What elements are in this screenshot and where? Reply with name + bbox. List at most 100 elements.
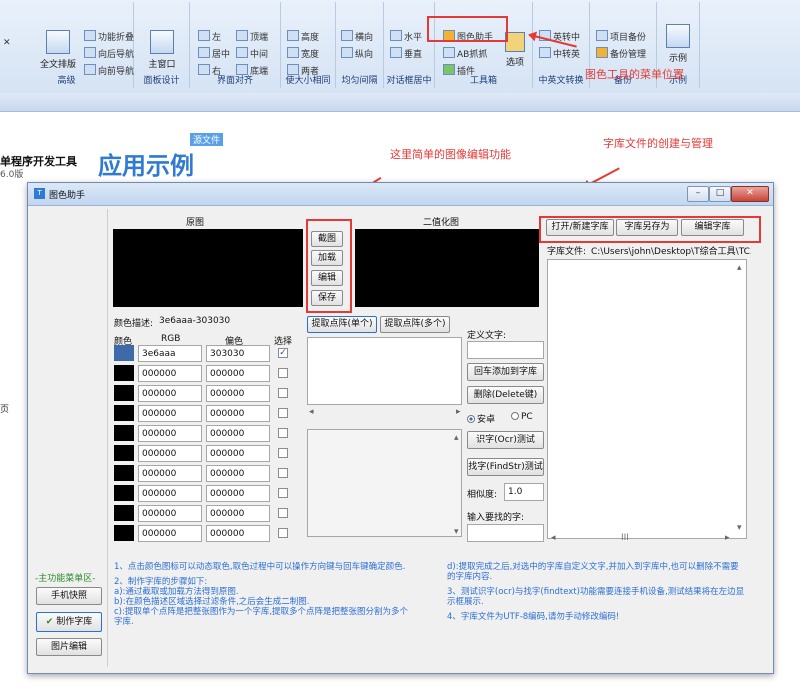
scroll-up-icon[interactable]: ▴ [454, 433, 459, 443]
nav-back-button[interactable]: 向后导航 [84, 47, 134, 60]
full-layout-button[interactable]: 全文排版 [38, 30, 78, 70]
font-scroll-down-icon[interactable]: ▾ [737, 523, 742, 533]
binary-image-canvas[interactable] [355, 229, 539, 307]
font-scroll-right-icon[interactable]: ▸ [725, 533, 730, 543]
align-left-button[interactable]: 左 [198, 30, 221, 43]
color-swatch[interactable] [114, 345, 134, 361]
rgb-input[interactable]: 3e6aaa [138, 345, 202, 362]
findstr-test-button[interactable]: 找字(FindStr)测试 [467, 458, 544, 476]
extract-multi-button[interactable]: 提取点阵(多个) [380, 316, 450, 333]
scroll-right-icon[interactable]: ▸ [456, 407, 461, 417]
rgb-input[interactable]: 000000 [138, 485, 202, 502]
extract-single-button[interactable]: 提取点阵(单个) [307, 316, 377, 333]
color-swatch[interactable] [114, 425, 134, 441]
same-width-button[interactable]: 宽度 [287, 47, 319, 60]
select-checkbox[interactable] [278, 508, 288, 518]
screenshot-button[interactable]: 截图 [311, 231, 343, 247]
vertical-space-button[interactable]: 纵向 [341, 47, 373, 60]
open-new-font-button[interactable]: 打开/新建字库 [546, 219, 614, 236]
center-vertical-button[interactable]: 垂直 [390, 47, 422, 60]
select-checkbox[interactable] [278, 428, 288, 438]
rgb-input[interactable]: 000000 [138, 525, 202, 542]
color-swatch[interactable] [114, 365, 134, 381]
cn-to-en-button[interactable]: 中转英 [539, 47, 580, 60]
font-hscroll-thumb[interactable]: III [621, 533, 629, 543]
save-button[interactable]: 保存 [311, 290, 343, 306]
offset-input[interactable]: 000000 [206, 465, 270, 482]
offset-input[interactable]: 000000 [206, 365, 270, 382]
color-swatch[interactable] [114, 405, 134, 421]
minimize-button[interactable]: – [687, 186, 709, 202]
ocr-test-button[interactable]: 识字(Ocr)测试 [467, 431, 544, 449]
extract-preview[interactable] [307, 337, 462, 405]
offset-input[interactable]: 000000 [206, 525, 270, 542]
window-title: 图色助手 [49, 191, 86, 201]
find-text-input[interactable] [467, 524, 544, 542]
main-window-button[interactable]: 主窗口 [142, 30, 182, 70]
close-button[interactable]: ✕ [731, 186, 769, 202]
select-checkbox[interactable] [278, 528, 288, 538]
tools-icon [505, 32, 525, 52]
font-list[interactable] [547, 259, 747, 539]
horizontal-space-button[interactable]: 横向 [341, 30, 373, 43]
original-image-canvas[interactable] [113, 229, 303, 307]
rgb-input[interactable]: 000000 [138, 385, 202, 402]
rgb-input[interactable]: 000000 [138, 425, 202, 442]
font-save-as-button[interactable]: 字库另存为 [616, 219, 678, 236]
align-center-button[interactable]: 居中 [198, 47, 230, 60]
color-swatch[interactable] [114, 505, 134, 521]
rgb-input[interactable]: 000000 [138, 465, 202, 482]
nav-x-icon[interactable]: ✕ [3, 38, 11, 48]
color-swatch[interactable] [114, 465, 134, 481]
example-button[interactable]: 示例 [663, 24, 693, 64]
edit-font-button[interactable]: 编辑字库 [681, 219, 744, 236]
rgb-input[interactable]: 000000 [138, 505, 202, 522]
define-text-input[interactable] [467, 341, 544, 359]
enter-add-font-button[interactable]: 回车添加到字库 [467, 363, 544, 381]
scroll-down-icon[interactable]: ▾ [454, 527, 459, 537]
color-swatch[interactable] [114, 485, 134, 501]
offset-input[interactable]: 000000 [206, 385, 270, 402]
align-middle-button[interactable]: 中间 [236, 47, 268, 60]
sidebar-make-font-button[interactable]: ✔ 制作字库 [36, 612, 102, 632]
delete-button[interactable]: 删除(Delete键) [467, 386, 544, 404]
select-checkbox[interactable] [278, 408, 288, 418]
radio-pc[interactable]: PC [511, 412, 533, 422]
font-preview-list[interactable] [307, 429, 462, 537]
offset-input[interactable]: 000000 [206, 485, 270, 502]
load-button[interactable]: 加载 [311, 250, 343, 266]
offset-input[interactable]: 000000 [206, 505, 270, 522]
project-backup-button[interactable]: 项目备份 [596, 30, 646, 43]
font-scroll-up-icon[interactable]: ▴ [737, 263, 742, 273]
same-height-button[interactable]: 高度 [287, 30, 319, 43]
select-checkbox[interactable]: ✓ [278, 348, 288, 358]
rgb-input[interactable]: 000000 [138, 405, 202, 422]
align-top-button[interactable]: 顶端 [236, 30, 268, 43]
select-checkbox[interactable] [278, 388, 288, 398]
radio-android[interactable]: 安卓 [467, 412, 495, 425]
fold-button[interactable]: 功能折叠 [84, 30, 134, 43]
color-swatch[interactable] [114, 385, 134, 401]
offset-input[interactable]: 000000 [206, 445, 270, 462]
edit-button[interactable]: 编辑 [311, 270, 343, 286]
center-horizontal-button[interactable]: 水平 [390, 30, 422, 43]
sidebar-phone-snapshot-button[interactable]: 手机快照 [36, 587, 102, 605]
sidebar-image-edit-button[interactable]: 图片编辑 [36, 638, 102, 656]
color-swatch[interactable] [114, 445, 134, 461]
offset-input[interactable]: 000000 [206, 405, 270, 422]
rgb-input[interactable]: 000000 [138, 365, 202, 382]
select-checkbox[interactable] [278, 448, 288, 458]
ab-grab-button[interactable]: AB抓抓 [443, 47, 487, 60]
select-checkbox[interactable] [278, 488, 288, 498]
backup-manage-button[interactable]: 备份管理 [596, 47, 646, 60]
maximize-button[interactable]: □ [709, 186, 731, 202]
scroll-left-icon[interactable]: ◂ [309, 407, 314, 417]
select-checkbox[interactable] [278, 368, 288, 378]
rgb-input[interactable]: 000000 [138, 445, 202, 462]
select-checkbox[interactable] [278, 468, 288, 478]
similarity-input[interactable]: 1.0 [504, 483, 544, 501]
font-scroll-left-icon[interactable]: ◂ [551, 533, 556, 543]
color-swatch[interactable] [114, 525, 134, 541]
offset-input[interactable]: 303030 [206, 345, 270, 362]
offset-input[interactable]: 000000 [206, 425, 270, 442]
